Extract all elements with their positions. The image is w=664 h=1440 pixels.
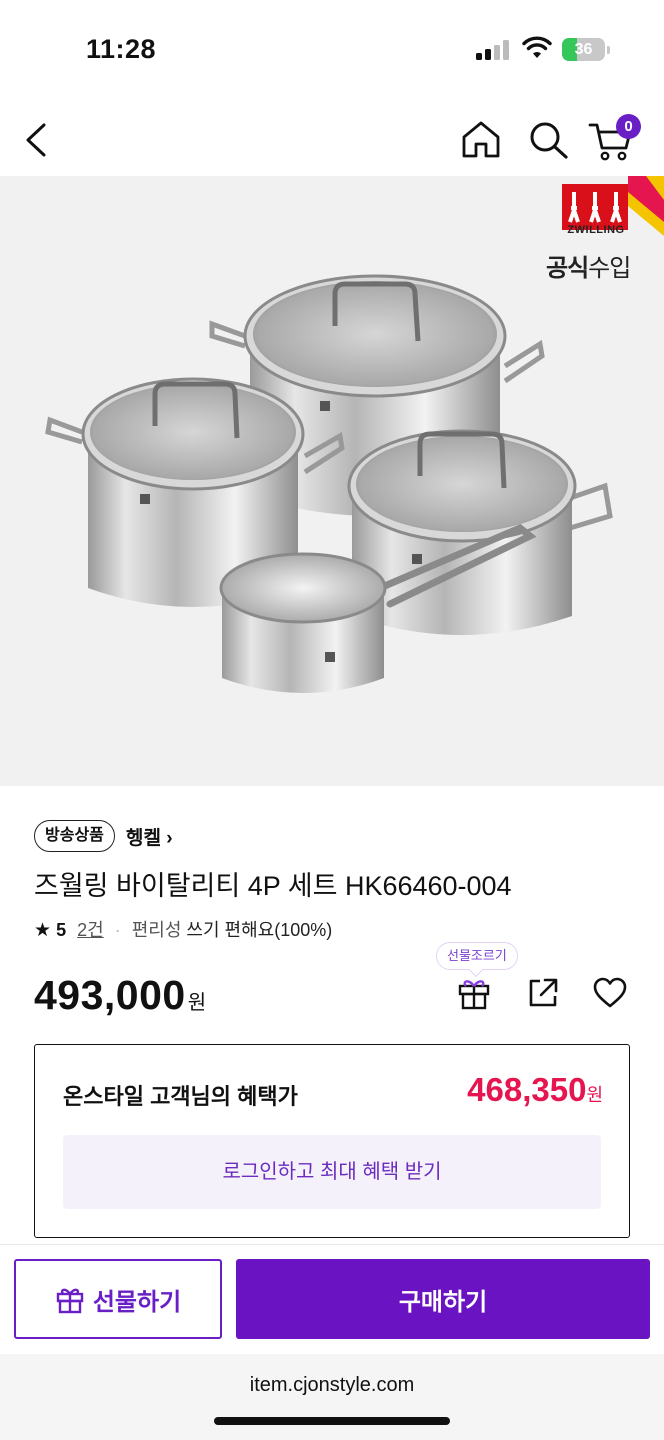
wifi-icon xyxy=(522,36,552,58)
product-price: 493,000 원 xyxy=(34,972,206,1019)
status-bar: 11:28 36 xyxy=(0,0,664,100)
gift-button[interactable]: 선물하기 xyxy=(14,1259,222,1339)
home-icon[interactable] xyxy=(460,120,502,160)
gift-icon[interactable] xyxy=(456,974,492,1010)
login-for-benefit-button[interactable]: 로그인하고 최대 혜택 받기 xyxy=(63,1135,601,1209)
cart-count-badge: 0 xyxy=(616,114,641,139)
price-value: 493,000 xyxy=(34,972,186,1018)
product-image[interactable]: ZWILLING 공식수입 xyxy=(0,176,664,786)
rating-separator: · xyxy=(114,920,121,940)
benefit-label: 온스타일 고객님의 혜택가 xyxy=(63,1084,298,1109)
corner-ribbon xyxy=(628,176,664,236)
rating-score: 5 xyxy=(56,920,67,940)
gift-icon xyxy=(56,1288,84,1314)
buy-button[interactable]: 구매하기 xyxy=(236,1259,650,1339)
member-benefit-box: 온스타일 고객님의 혜택가 468,350원 로그인하고 최대 혜택 받기 xyxy=(34,1044,630,1238)
review-count-link[interactable]: 2건 xyxy=(77,920,104,940)
review-keyword: 편리성 xyxy=(131,920,182,940)
zwilling-wordmark: ZWILLING xyxy=(567,224,625,236)
home-indicator xyxy=(214,1417,450,1425)
status-time: 11:28 xyxy=(86,34,157,64)
top-navigation xyxy=(0,100,664,176)
heart-icon[interactable] xyxy=(592,976,628,1010)
price-unit: 원 xyxy=(187,992,207,1014)
battery-level: 36 xyxy=(574,41,593,58)
benefit-price-unit: 원 xyxy=(586,1085,603,1105)
official-import-label: 공식수입 xyxy=(546,248,631,283)
back-chevron-left-icon[interactable] xyxy=(22,122,52,158)
browser-url-bar[interactable]: item.cjonstyle.com xyxy=(0,1354,664,1440)
bottom-action-bar: 선물하기 구매하기 xyxy=(0,1244,664,1354)
broadcast-product-badge: 방송상품 xyxy=(34,820,115,852)
cellular-signal-icon xyxy=(476,40,509,60)
battery-indicator: 36 xyxy=(562,38,610,61)
url-text[interactable]: item.cjonstyle.com xyxy=(0,1374,664,1397)
gift-button-label: 선물하기 xyxy=(92,1288,182,1316)
official-import-label-a: 공식 xyxy=(546,255,589,282)
official-import-label-b: 수입 xyxy=(588,255,631,282)
rating-summary: ★ 5 2건 · 편리성 쓰기 편해요(100%) xyxy=(34,916,332,942)
benefit-price-value: 468,350 xyxy=(467,1071,587,1108)
review-keyword-value: 쓰기 편해요(100%) xyxy=(186,920,333,940)
search-icon[interactable] xyxy=(528,120,570,160)
share-icon[interactable] xyxy=(526,976,560,1010)
benefit-price: 468,350원 xyxy=(467,1071,603,1109)
product-title: 즈월링 바이탈리티 4P 세트 HK66460-004 xyxy=(34,871,512,901)
star-icon: ★ xyxy=(34,920,52,941)
gift-request-tooltip[interactable]: 선물조르기 xyxy=(436,942,518,970)
brand-link[interactable]: 헹켈 › xyxy=(126,823,173,850)
